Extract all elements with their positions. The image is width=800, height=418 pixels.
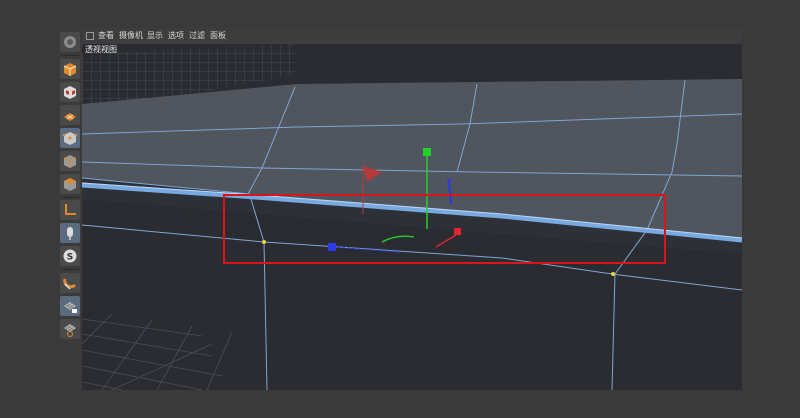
viewport-label: 透视视图: [85, 45, 117, 54]
workplane-grid-icon[interactable]: [60, 319, 80, 339]
cinema4d-window: S 查看 摄像机 显示 选项 过滤 面板 透视视图: [58, 28, 742, 390]
menu-display[interactable]: 显示: [147, 30, 163, 42]
texture-mode-icon[interactable]: [60, 82, 80, 102]
menu-view[interactable]: 查看: [98, 30, 114, 42]
tweak-mode-icon[interactable]: [60, 223, 80, 243]
gizmo-z-handle[interactable]: [328, 243, 336, 251]
gizmo-y-handle[interactable]: [423, 148, 431, 156]
workplane-lock-icon[interactable]: [60, 296, 80, 316]
snapping-icon[interactable]: [60, 273, 80, 293]
axis-mode-icon[interactable]: [60, 200, 80, 220]
edges-mode-icon[interactable]: [60, 151, 80, 171]
left-toolbar: S: [58, 28, 83, 390]
menu-filter[interactable]: 过滤: [189, 30, 205, 42]
polygons-mode-icon[interactable]: [60, 174, 80, 194]
workplane-mode-icon[interactable]: [60, 105, 80, 125]
menu-camera[interactable]: 摄像机: [119, 30, 143, 42]
viewport-menubar: 查看 摄像机 显示 选项 过滤 面板: [82, 28, 742, 45]
view-manager-icon[interactable]: [60, 32, 80, 52]
points-mode-icon[interactable]: [60, 128, 80, 148]
solo-mode-icon[interactable]: S: [60, 246, 80, 266]
viewport-layout-icon[interactable]: [86, 32, 94, 40]
selected-point[interactable]: [262, 240, 266, 244]
model-mode-icon[interactable]: [60, 59, 80, 79]
perspective-viewport[interactable]: 透视视图: [82, 44, 742, 390]
menu-options[interactable]: 选项: [168, 30, 184, 42]
scene-canvas: [82, 44, 742, 390]
menu-panel[interactable]: 面板: [210, 30, 226, 42]
svg-text:S: S: [67, 253, 73, 263]
gizmo-x-handle[interactable]: [454, 228, 461, 235]
selected-point[interactable]: [611, 272, 615, 276]
